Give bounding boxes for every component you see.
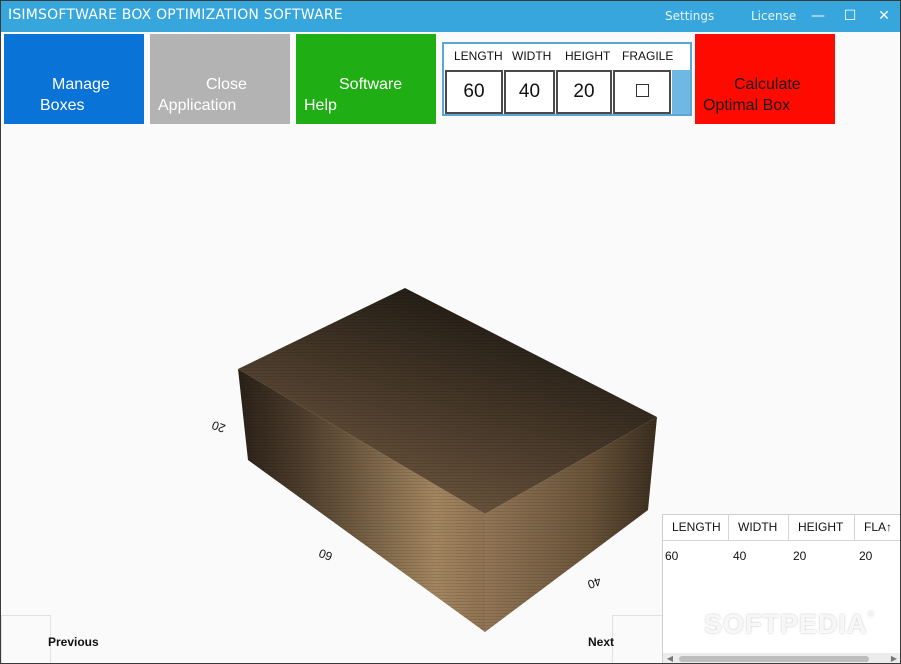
software-help-label-line1: Software <box>339 76 403 93</box>
height-header: HEIGHT <box>565 49 611 63</box>
length-dimension-label: 60 <box>317 546 335 564</box>
dimensions-row-scrollbar[interactable] <box>672 70 690 114</box>
minimize-icon: — <box>811 8 825 24</box>
previous-label: Previous <box>48 635 99 649</box>
results-cell-width: 40 <box>733 549 747 563</box>
length-header: LENGTH <box>454 49 503 63</box>
watermark-text: SOFTPEDIA <box>704 609 868 639</box>
results-cell-fragile: 20 <box>859 549 873 563</box>
results-header-length[interactable]: LENGTH <box>663 515 729 541</box>
results-header-width[interactable]: WIDTH <box>729 515 789 541</box>
fragile-checkbox[interactable] <box>635 83 649 97</box>
length-input[interactable]: 60 <box>445 70 503 114</box>
maximize-icon: ☐ <box>843 8 857 24</box>
softpedia-watermark: SOFTPEDIA® <box>704 609 875 640</box>
scroll-left-icon[interactable]: ◀ <box>663 653 677 663</box>
results-horizontal-scrollbar[interactable]: ◀ ▶ <box>663 653 900 663</box>
dimensions-panel: LENGTH WIDTH HEIGHT FRAGILE 60 40 20 <box>442 42 692 116</box>
width-dimension-label: 40 <box>585 574 603 592</box>
close-application-label-line1: Close <box>206 76 247 93</box>
manage-boxes-button[interactable]: Manage Boxes <box>4 34 144 124</box>
calculate-optimal-box-button[interactable]: Calculate Optimal Box <box>695 34 835 124</box>
close-application-label-line2: Application <box>158 97 237 114</box>
previous-button[interactable]: Previous <box>1 615 99 663</box>
calculate-label-line2: Optimal Box <box>703 97 791 114</box>
next-button[interactable]: Next <box>588 615 662 663</box>
close-button[interactable]: ✕ <box>869 4 899 28</box>
title-bar: ISIMSOFTWARE BOX OPTIMIZATION SOFTWARE S… <box>1 1 900 32</box>
height-dimension-label: 20 <box>210 418 228 436</box>
close-icon: ✕ <box>878 8 890 24</box>
width-input[interactable]: 40 <box>504 70 555 114</box>
results-grid: LENGTH WIDTH HEIGHT FLA↑ 60 40 20 20 ◀ ▶ <box>662 514 900 663</box>
fragile-cell <box>613 70 671 114</box>
close-application-button[interactable]: Close Application <box>150 34 290 124</box>
app-title: ISIMSOFTWARE BOX OPTIMIZATION SOFTWARE <box>8 7 343 23</box>
results-header-fragile-label: FLA <box>864 520 887 534</box>
results-cell-height: 20 <box>793 549 807 563</box>
fragile-header: FRAGILE <box>622 49 674 63</box>
maximize-button[interactable]: ☐ <box>835 4 865 28</box>
results-header-height[interactable]: HEIGHT <box>789 515 855 541</box>
calculate-label-line1: Calculate <box>734 76 801 93</box>
results-header-fragile[interactable]: FLA↑ <box>855 515 900 541</box>
settings-link[interactable]: Settings <box>665 9 714 23</box>
app-window: ISIMSOFTWARE BOX OPTIMIZATION SOFTWARE S… <box>0 0 901 664</box>
sort-ascending-icon: ↑ <box>886 520 893 534</box>
watermark-mark: ® <box>867 609 876 619</box>
software-help-label-line2: Help <box>304 97 337 114</box>
scroll-right-icon[interactable]: ▶ <box>887 653 900 663</box>
manage-boxes-label-line2: Boxes <box>40 97 85 114</box>
manage-boxes-label-line1: Manage <box>52 76 110 93</box>
license-link[interactable]: License <box>751 9 796 23</box>
software-help-button[interactable]: Software Help <box>296 34 436 124</box>
width-header: WIDTH <box>512 49 552 63</box>
scroll-thumb[interactable] <box>679 656 869 662</box>
height-input[interactable]: 20 <box>556 70 612 114</box>
minimize-button[interactable]: — <box>803 4 833 28</box>
next-label: Next <box>588 635 615 649</box>
results-cell-length: 60 <box>665 549 679 563</box>
